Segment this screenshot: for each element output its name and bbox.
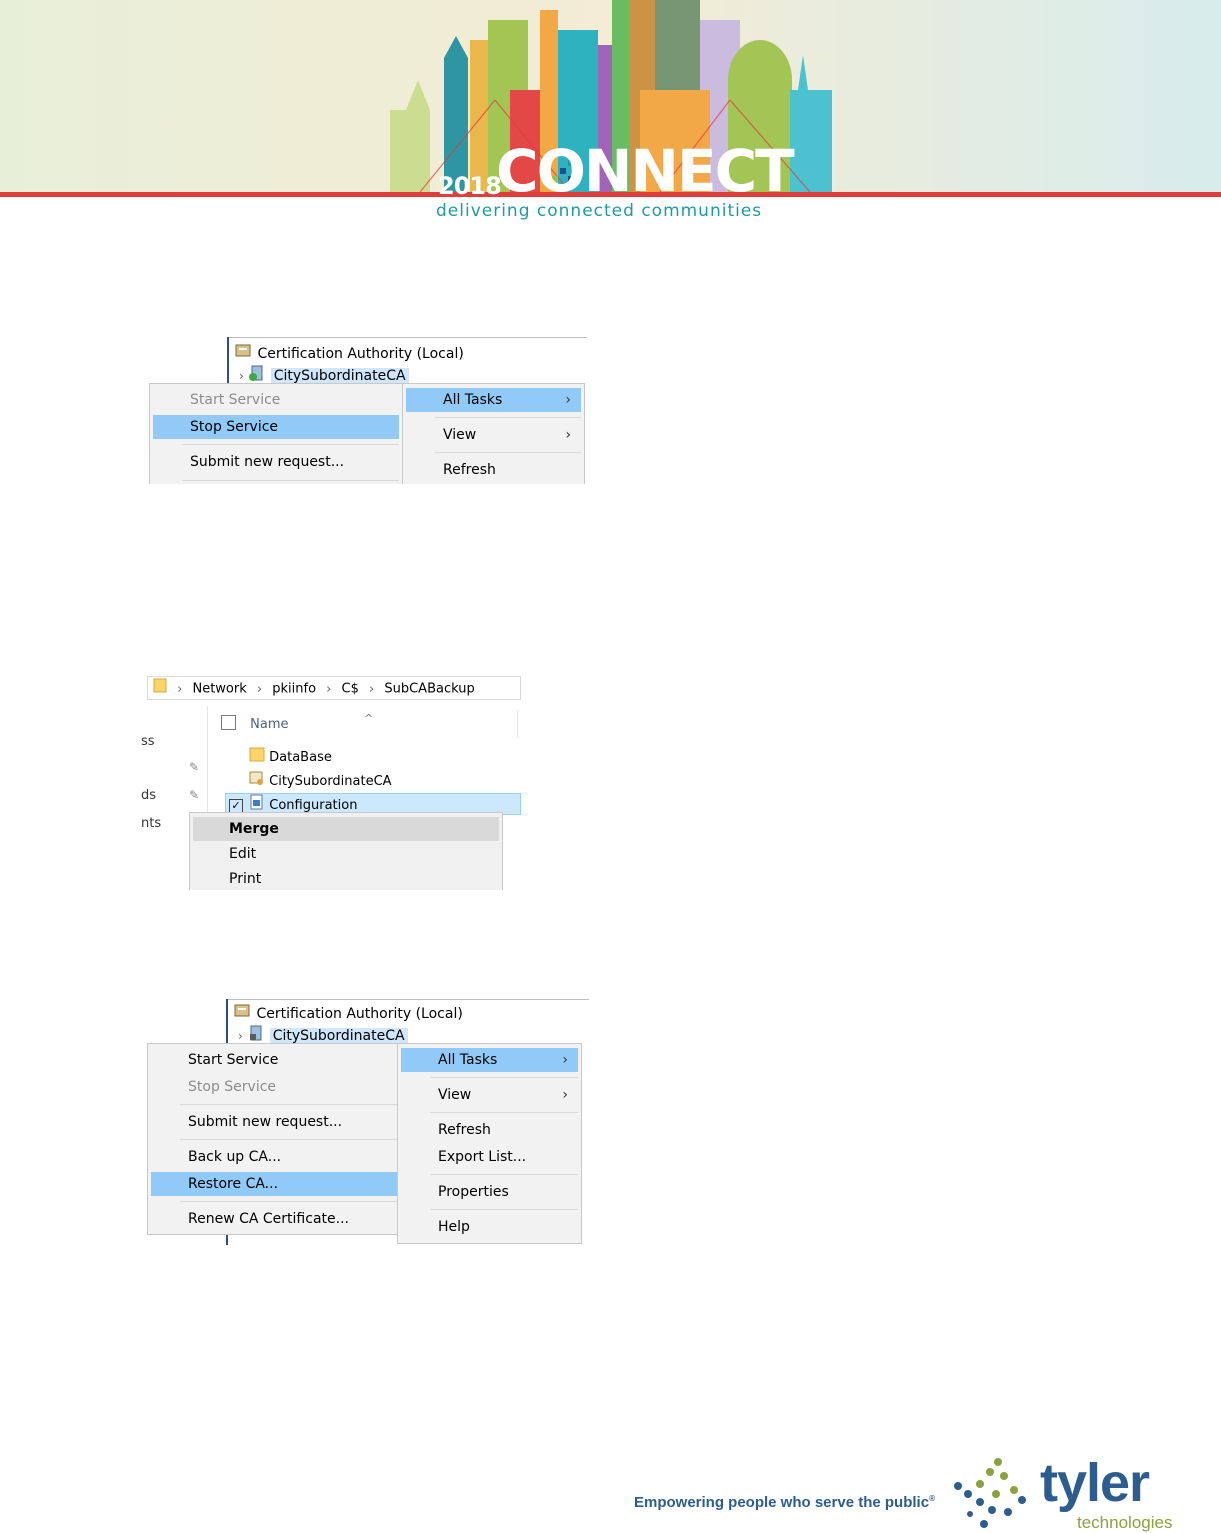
banner-wordmark: CONNECT — [496, 137, 795, 205]
tree-ca-label: CitySubordinateCA — [269, 1028, 408, 1044]
menu-item-back-up-ca[interactable]: Back up CA... — [151, 1145, 397, 1169]
tree-root-label: Certification Authority (Local) — [256, 1006, 463, 1022]
menu-item-view[interactable]: View › — [401, 1083, 578, 1107]
chevron-right-icon: › — [562, 1087, 568, 1103]
submenu: All Tasks › View › Refresh Export List... … — [397, 1043, 582, 1244]
menu-item-submit-new-request[interactable]: Submit new request... — [153, 450, 399, 474]
screenshot-merge-configuration: › Network › pkiinfo › C$ › SubCABackup s… — [141, 674, 523, 890]
context-menu: Start Service Stop Service Submit new re… — [149, 383, 403, 484]
name-column-header[interactable]: Name ^ — [221, 712, 517, 738]
context-menu: Merge Edit Print — [189, 812, 503, 890]
menu-item-edit[interactable]: Edit — [193, 842, 499, 866]
tree-root[interactable]: Certification Authority (Local) — [235, 343, 464, 365]
menu-item-print[interactable]: Print — [193, 867, 499, 890]
breadcrumb-separator-icon: › — [177, 681, 183, 697]
sort-ascending-icon: ^ — [364, 712, 374, 725]
menu-item-view[interactable]: View › — [406, 423, 581, 447]
menu-item-stop-service[interactable]: Stop Service — [151, 1075, 397, 1099]
banner-tagline: delivering connected communities — [436, 201, 763, 221]
folder-icon — [249, 746, 265, 769]
nav-fragment[interactable]: nts — [141, 816, 161, 831]
chevron-right-icon: › — [562, 1052, 568, 1068]
conference-banner: 2018 CONNECT delivering connected commun… — [0, 0, 1221, 230]
tyler-logo-subtitle: technologies — [1077, 1513, 1173, 1532]
folder-icon — [153, 677, 167, 701]
expand-chevron-icon[interactable]: › — [238, 1029, 243, 1043]
menu-item-renew-ca-certificate[interactable]: Renew CA Certificate... — [151, 1207, 397, 1231]
row-checkbox-checked[interactable]: ✓ — [229, 798, 243, 813]
certification-authority-icon — [235, 343, 253, 365]
screenshot-stop-service: Certification Authority (Local) › CitySu… — [141, 337, 587, 484]
tyler-dots-logo-icon — [954, 1458, 1026, 1528]
chevron-right-icon: › — [565, 392, 571, 408]
context-menu: Start Service Stop Service Submit new re… — [147, 1043, 401, 1235]
breadcrumb-c-share[interactable]: C$ — [342, 682, 359, 697]
menu-item-restore-ca[interactable]: Restore CA... — [151, 1172, 397, 1196]
nav-fragment[interactable]: ss — [141, 734, 155, 749]
certification-authority-icon — [234, 1003, 252, 1025]
menu-item-stop-service[interactable]: Stop Service — [153, 415, 399, 439]
nav-fragment[interactable]: ds — [141, 788, 156, 803]
pin-icon: ✎ — [189, 788, 200, 802]
menu-item-refresh[interactable]: Refresh — [406, 458, 581, 482]
breadcrumb-subcabackup[interactable]: SubCABackup — [384, 682, 474, 697]
expand-chevron-icon[interactable]: › — [239, 369, 244, 383]
banner-year: 2018 — [438, 172, 502, 200]
menu-item-help[interactable]: Help — [401, 1215, 578, 1239]
footer-tagline: Empowering people who serve the public® — [634, 1494, 935, 1511]
address-bar[interactable]: › Network › pkiinfo › C$ › SubCABackup — [147, 676, 521, 700]
breadcrumb-separator-icon: › — [256, 681, 263, 697]
menu-item-export-list[interactable]: Export List... — [401, 1145, 578, 1169]
menu-item-start-service[interactable]: Start Service — [153, 388, 399, 412]
tree-root[interactable]: Certification Authority (Local) — [234, 1003, 463, 1025]
menu-item-properties[interactable]: Properties — [401, 1180, 578, 1204]
breadcrumb-separator-icon: › — [326, 681, 332, 697]
menu-item-refresh[interactable]: Refresh — [401, 1118, 578, 1142]
menu-item-all-tasks[interactable]: All Tasks › — [406, 388, 581, 412]
certificate-icon — [249, 770, 265, 793]
pin-icon: ✎ — [189, 760, 200, 774]
menu-item-merge[interactable]: Merge — [193, 817, 499, 841]
submenu: All Tasks › View › Refresh — [402, 383, 585, 484]
menu-item-submit-new-request[interactable]: Submit new request... — [151, 1110, 397, 1134]
menu-item-all-tasks[interactable]: All Tasks › — [401, 1048, 578, 1072]
file-row-citysubordinateca[interactable]: CitySubordinateCA — [249, 770, 392, 793]
menu-item-start-service[interactable]: Start Service — [151, 1048, 397, 1072]
chevron-right-icon: › — [565, 427, 571, 443]
file-row-database[interactable]: DataBase — [249, 746, 332, 769]
breadcrumb-network[interactable]: Network — [192, 682, 246, 697]
breadcrumb-pkiinfo[interactable]: pkiinfo — [272, 682, 316, 697]
screenshot-restore-ca: Certification Authority (Local) › CitySu… — [141, 997, 589, 1245]
select-all-checkbox[interactable] — [221, 715, 236, 730]
tree-root-label: Certification Authority (Local) — [257, 346, 464, 362]
tyler-logo-wordmark: tyler — [1040, 1453, 1150, 1513]
breadcrumb-separator-icon: › — [369, 681, 375, 697]
tree-ca-label: CitySubordinateCA — [270, 368, 409, 384]
